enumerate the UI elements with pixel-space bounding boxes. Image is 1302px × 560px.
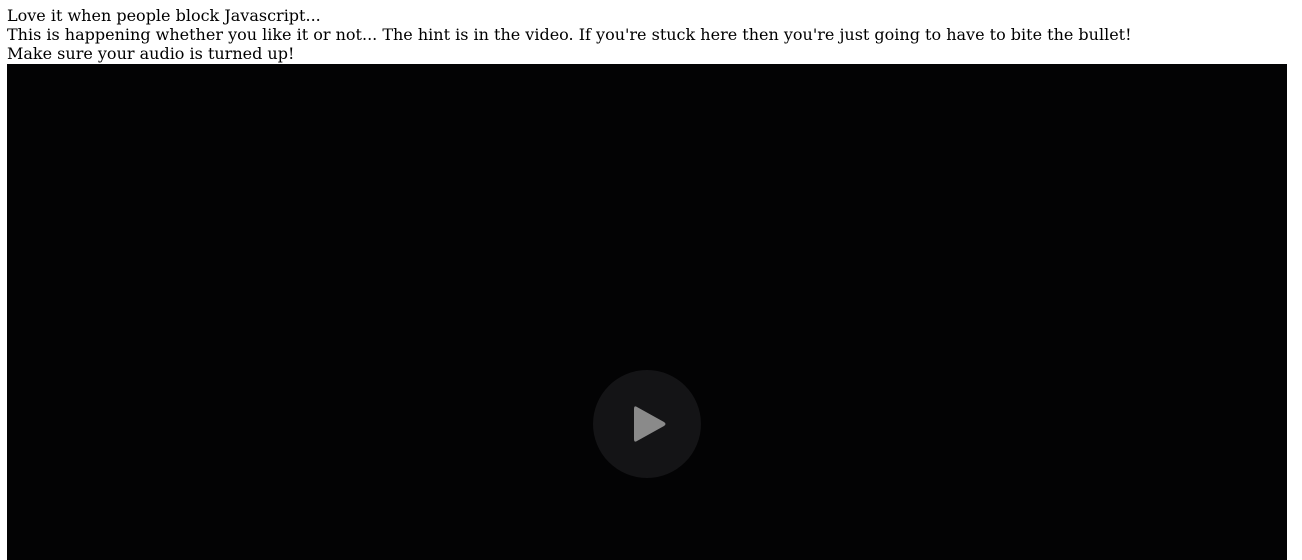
video-player[interactable] (7, 64, 1287, 560)
play-icon (634, 406, 666, 442)
message-line-3: Make sure your audio is turned up! (7, 44, 295, 63)
message-line-1: Love it when people block Javascript... (7, 6, 321, 25)
play-button[interactable] (593, 370, 701, 478)
message-line-2: This is happening whether you like it or… (7, 25, 1132, 44)
